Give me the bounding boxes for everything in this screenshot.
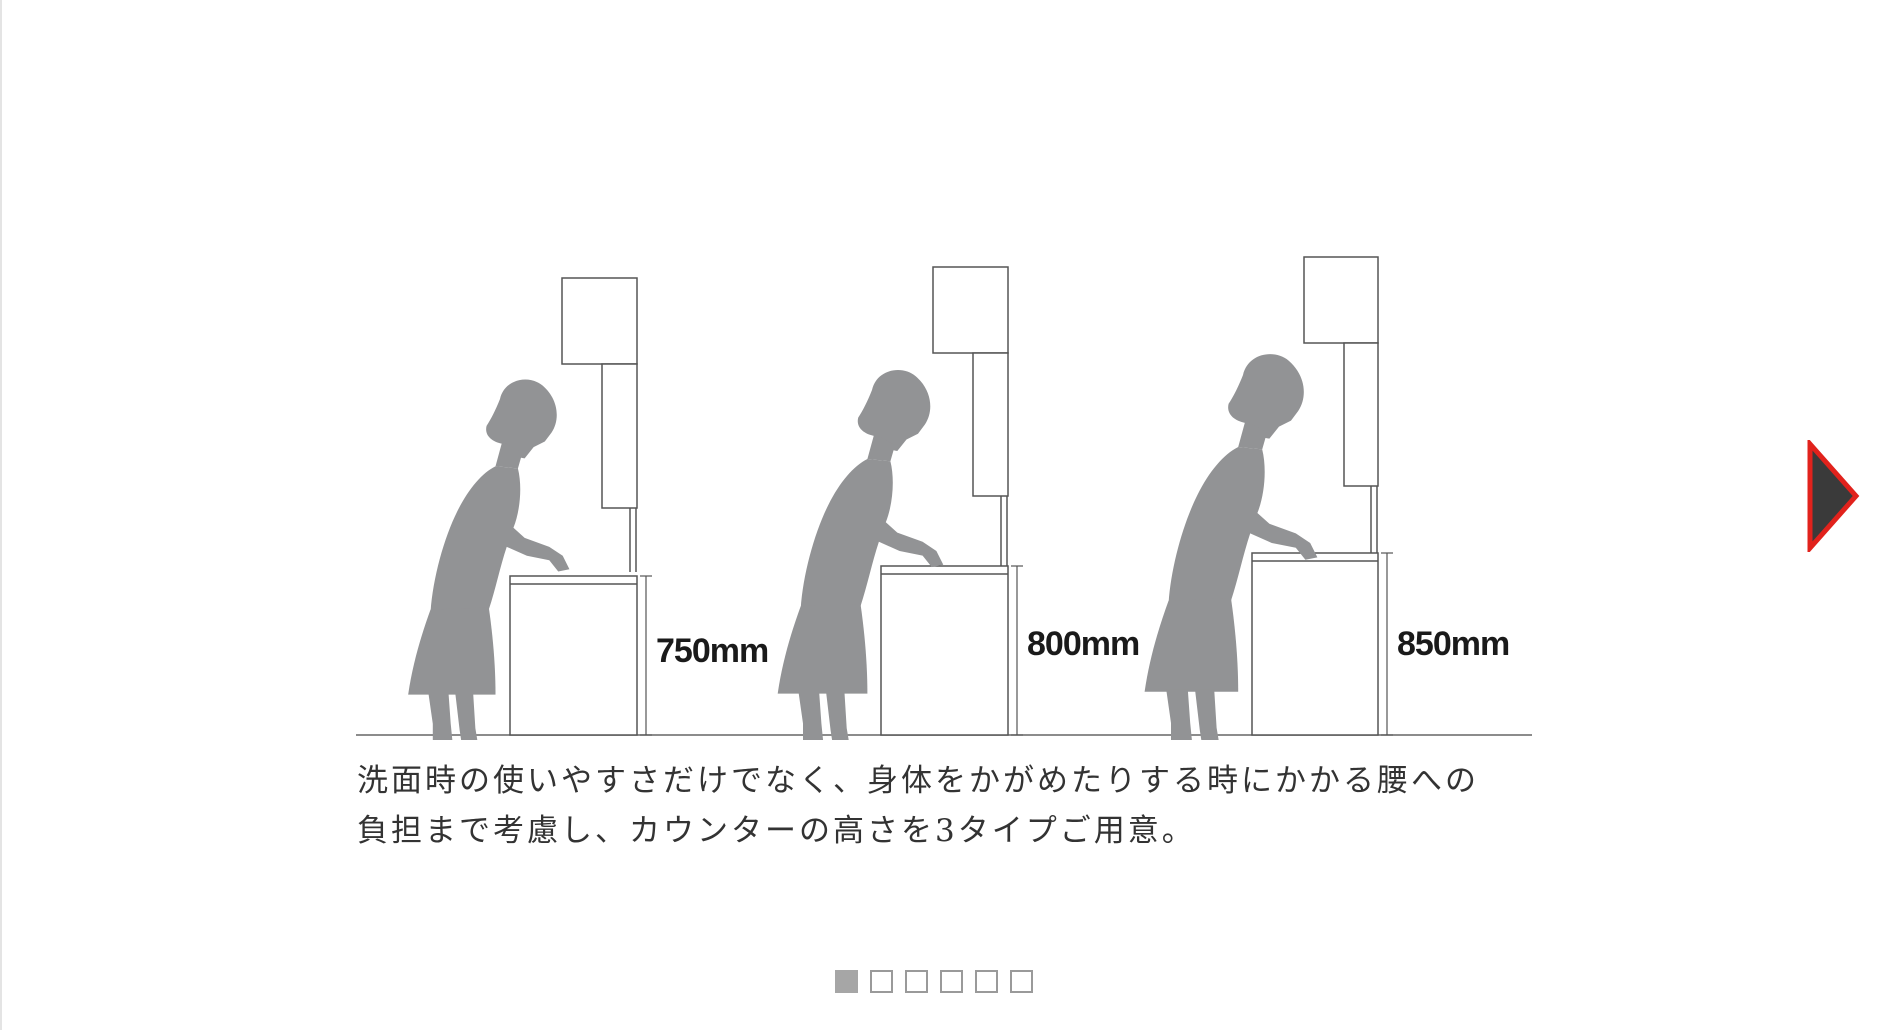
pager-dot-1[interactable] <box>835 970 858 993</box>
slide: 750mm 800mm 850mm 洗面時の使いやすさだけでなく、身体をかがめた… <box>0 0 1878 1030</box>
vanity-unit-800 <box>880 266 1023 736</box>
height-label-800: 800mm <box>1027 625 1140 663</box>
pager-dot-3[interactable] <box>905 970 928 993</box>
counter-height-illustration <box>356 256 1532 740</box>
vanity-unit-750 <box>509 277 652 736</box>
caption-line-2: 負担まで考慮し、カウンターの高さを3タイプご用意。 <box>357 813 1196 849</box>
slide-pager <box>835 970 1033 993</box>
description-caption: 洗面時の使いやすさだけでなく、身体をかがめたりする時にかかる腰への 負担まで考慮… <box>357 756 1537 856</box>
height-label-850: 850mm <box>1397 625 1510 663</box>
pager-dot-6[interactable] <box>1010 970 1033 993</box>
pager-dot-4[interactable] <box>940 970 963 993</box>
next-slide-button[interactable] <box>1806 437 1862 555</box>
pager-dot-5[interactable] <box>975 970 998 993</box>
next-arrow-icon <box>1807 437 1860 555</box>
pager-dot-2[interactable] <box>870 970 893 993</box>
vanity-unit-850 <box>1251 256 1393 736</box>
height-label-750: 750mm <box>656 632 769 670</box>
caption-line-1: 洗面時の使いやすさだけでなく、身体をかがめたりする時にかかる腰への <box>357 763 1479 799</box>
